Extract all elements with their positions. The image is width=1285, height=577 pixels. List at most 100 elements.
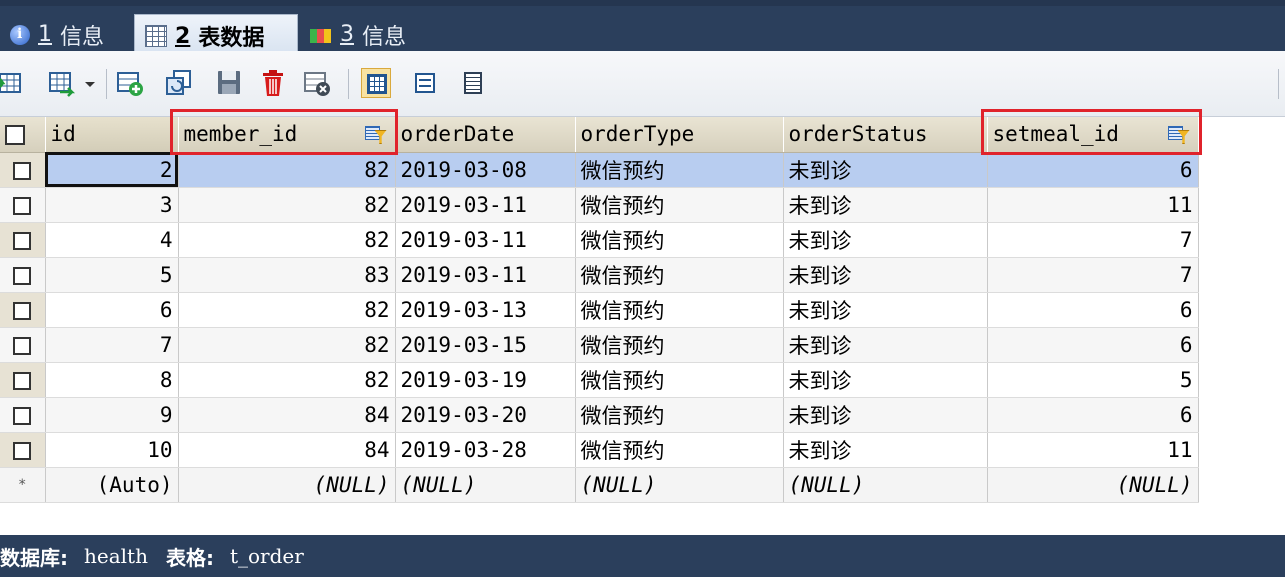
row-checkbox[interactable] <box>0 187 46 223</box>
import-icon[interactable] <box>0 68 24 98</box>
order-type-cell[interactable]: 微信预约 <box>575 432 784 468</box>
table-row[interactable]: 5 83 2019-03-11 微信预约 未到诊 7 <box>0 257 1199 293</box>
order-status-cell[interactable]: 未到诊 <box>783 327 988 363</box>
order-status-cell[interactable]: (NULL) <box>783 467 988 503</box>
column-header-member-id[interactable]: member_id <box>178 117 396 153</box>
order-date-cell[interactable]: 2019-03-28 <box>395 432 576 468</box>
setmeal-id-cell[interactable]: 7 <box>987 222 1199 258</box>
order-date-cell[interactable]: 2019-03-11 <box>395 222 576 258</box>
export-icon[interactable] <box>46 68 76 98</box>
setmeal-id-cell[interactable]: (NULL) <box>987 467 1199 503</box>
order-type-cell[interactable]: 微信预约 <box>575 222 784 258</box>
order-status-cell[interactable]: 未到诊 <box>783 292 988 328</box>
id-cell[interactable]: 4 <box>45 222 179 258</box>
cancel-changes-icon[interactable] <box>302 68 332 98</box>
order-status-cell[interactable]: 未到诊 <box>783 362 988 398</box>
form-view-button[interactable] <box>410 68 440 98</box>
id-cell[interactable]: 8 <box>45 362 179 398</box>
column-header-id[interactable]: id <box>45 117 179 153</box>
grid-view-button[interactable] <box>361 68 391 98</box>
setmeal-id-cell[interactable]: 11 <box>987 432 1199 468</box>
order-type-cell[interactable]: 微信预约 <box>575 152 784 188</box>
order-status-cell[interactable]: 未到诊 <box>783 152 988 188</box>
order-status-cell[interactable]: 未到诊 <box>783 397 988 433</box>
text-view-button[interactable] <box>458 68 488 98</box>
id-cell[interactable]: 5 <box>45 257 179 293</box>
order-type-cell[interactable]: 微信预约 <box>575 327 784 363</box>
setmeal-id-cell[interactable]: 6 <box>987 152 1199 188</box>
id-cell[interactable]: (Auto) <box>45 467 179 503</box>
member-id-cell[interactable]: 82 <box>178 292 396 328</box>
order-date-cell[interactable]: 2019-03-15 <box>395 327 576 363</box>
row-checkbox[interactable] <box>0 292 46 328</box>
order-date-cell[interactable]: 2019-03-13 <box>395 292 576 328</box>
order-type-cell[interactable]: 微信预约 <box>575 257 784 293</box>
grid-view-icon <box>367 74 387 94</box>
order-status-cell[interactable]: 未到诊 <box>783 432 988 468</box>
row-checkbox[interactable] <box>0 222 46 258</box>
order-date-cell[interactable]: 2019-03-11 <box>395 187 576 223</box>
row-checkbox[interactable] <box>0 257 46 293</box>
table-row[interactable]: 3 82 2019-03-11 微信预约 未到诊 11 <box>0 187 1199 223</box>
column-header-setmeal-id[interactable]: setmeal_id <box>987 117 1199 153</box>
member-id-cell[interactable]: 83 <box>178 257 396 293</box>
row-checkbox[interactable] <box>0 152 46 188</box>
member-id-cell[interactable]: 82 <box>178 187 396 223</box>
column-header-label: setmeal_id <box>992 122 1119 147</box>
new-row[interactable]: * (Auto) (NULL) (NULL) (NULL) (NULL) (NULL) <box>0 467 1199 503</box>
table-row[interactable]: 9 84 2019-03-20 微信预约 未到诊 6 <box>0 397 1199 433</box>
order-status-cell[interactable]: 未到诊 <box>783 187 988 223</box>
order-status-cell[interactable]: 未到诊 <box>783 222 988 258</box>
member-id-cell[interactable]: 84 <box>178 432 396 468</box>
order-type-cell[interactable]: 微信预约 <box>575 397 784 433</box>
id-cell[interactable]: 7 <box>45 327 179 363</box>
id-cell[interactable]: 9 <box>45 397 179 433</box>
member-id-cell[interactable]: 82 <box>178 362 396 398</box>
id-cell[interactable]: 3 <box>45 187 179 223</box>
table-row[interactable]: 7 82 2019-03-15 微信预约 未到诊 6 <box>0 327 1199 363</box>
new-row-marker: * <box>0 467 46 503</box>
order-date-cell[interactable]: 2019-03-08 <box>395 152 576 188</box>
setmeal-id-cell[interactable]: 6 <box>987 292 1199 328</box>
id-cell[interactable]: 6 <box>45 292 179 328</box>
member-id-cell[interactable]: (NULL) <box>178 467 396 503</box>
id-cell[interactable]: 10 <box>45 432 179 468</box>
row-checkbox[interactable] <box>0 327 46 363</box>
duplicate-row-icon[interactable] <box>164 68 194 98</box>
save-icon[interactable] <box>214 68 244 98</box>
order-date-cell[interactable]: (NULL) <box>395 467 576 503</box>
select-all-checkbox[interactable] <box>0 117 46 153</box>
row-checkbox[interactable] <box>0 432 46 468</box>
table-row[interactable]: 4 82 2019-03-11 微信预约 未到诊 7 <box>0 222 1199 258</box>
column-header-order-date[interactable]: orderDate <box>395 117 576 153</box>
order-type-cell[interactable]: 微信预约 <box>575 187 784 223</box>
row-checkbox[interactable] <box>0 362 46 398</box>
order-type-cell[interactable]: (NULL) <box>575 467 784 503</box>
table-row[interactable]: 2 82 2019-03-08 微信预约 未到诊 6 <box>0 152 1199 188</box>
order-date-cell[interactable]: 2019-03-11 <box>395 257 576 293</box>
chevron-down-icon[interactable] <box>79 68 99 98</box>
order-type-cell[interactable]: 微信预约 <box>575 292 784 328</box>
column-header-order-type[interactable]: orderType <box>575 117 784 153</box>
setmeal-id-cell[interactable]: 7 <box>987 257 1199 293</box>
order-type-cell[interactable]: 微信预约 <box>575 362 784 398</box>
table-row[interactable]: 10 84 2019-03-28 微信预约 未到诊 11 <box>0 432 1199 468</box>
row-checkbox[interactable] <box>0 397 46 433</box>
setmeal-id-cell[interactable]: 11 <box>987 187 1199 223</box>
member-id-cell[interactable]: 82 <box>178 327 396 363</box>
order-date-cell[interactable]: 2019-03-20 <box>395 397 576 433</box>
member-id-cell[interactable]: 84 <box>178 397 396 433</box>
insert-row-icon[interactable] <box>115 68 145 98</box>
member-id-cell[interactable]: 82 <box>178 152 396 188</box>
member-id-cell[interactable]: 82 <box>178 222 396 258</box>
setmeal-id-cell[interactable]: 6 <box>987 327 1199 363</box>
delete-icon[interactable] <box>258 68 288 98</box>
order-date-cell[interactable]: 2019-03-19 <box>395 362 576 398</box>
order-status-cell[interactable]: 未到诊 <box>783 257 988 293</box>
setmeal-id-cell[interactable]: 5 <box>987 362 1199 398</box>
column-header-order-status[interactable]: orderStatus <box>783 117 988 153</box>
setmeal-id-cell[interactable]: 6 <box>987 397 1199 433</box>
table-row[interactable]: 6 82 2019-03-13 微信预约 未到诊 6 <box>0 292 1199 328</box>
id-cell[interactable]: 2 <box>45 152 179 188</box>
table-row[interactable]: 8 82 2019-03-19 微信预约 未到诊 5 <box>0 362 1199 398</box>
